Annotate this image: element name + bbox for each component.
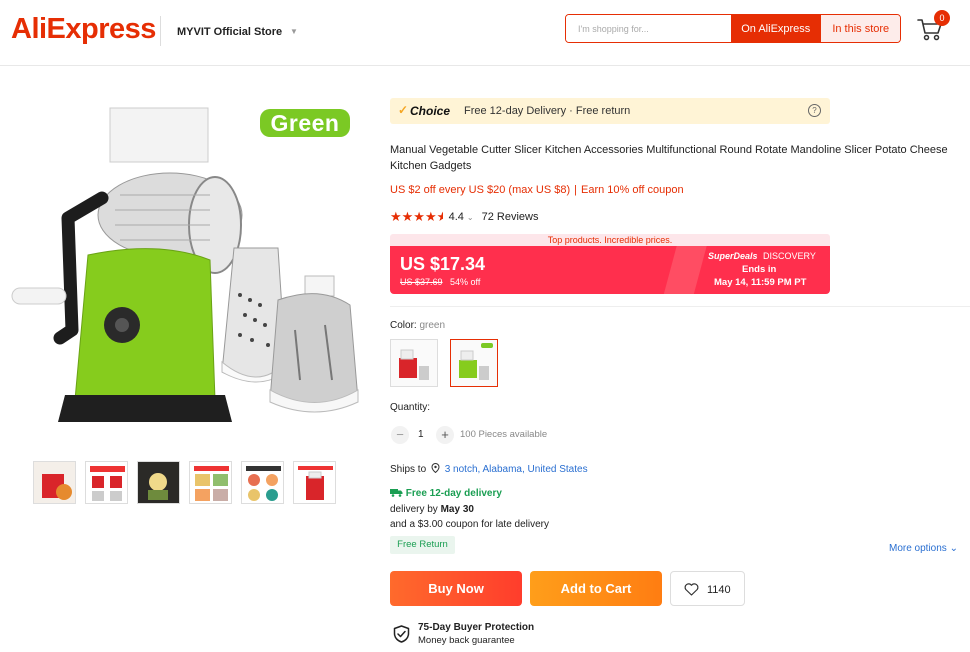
chevron-down-icon[interactable]: ▼: [290, 27, 298, 36]
more-options-label: More options: [889, 543, 947, 554]
price-divider-shape: [660, 246, 710, 294]
buyer-protection-title: 75-Day Buyer Protection: [418, 622, 535, 633]
chevron-down-icon[interactable]: ⌄: [467, 213, 474, 222]
ships-to-label: Ships to: [390, 464, 427, 475]
thumbnail[interactable]: [189, 461, 232, 504]
delivery-date: May 30: [440, 504, 474, 515]
delivery-date-row: delivery by May 30: [390, 504, 474, 515]
ships-to-row: Ships to 3 notch, Alabama, United States: [390, 462, 588, 475]
help-icon[interactable]: ?: [808, 104, 821, 117]
color-badge: Green: [260, 109, 350, 137]
thumbnail[interactable]: [33, 461, 76, 504]
thumbnail[interactable]: [137, 461, 180, 504]
deal-end-date: May 14, 11:59 PM PT: [714, 277, 807, 288]
location-pin-icon: [431, 462, 440, 474]
truck-icon: [390, 489, 403, 497]
star-rating-icon: ★★★★★: [390, 209, 443, 224]
header-divider: [160, 16, 161, 46]
site-header: AliExpress MYVIT Official Store ▼ On Ali…: [0, 0, 970, 66]
shipping-location-link[interactable]: 3 notch, Alabama, United States: [445, 464, 588, 475]
price-banner-text: Top products. Incredible prices.: [390, 234, 830, 246]
rating-value: 4.4: [448, 211, 464, 223]
color-swatch-red[interactable]: [390, 339, 438, 387]
superdeals-label: SuperDeals: [708, 251, 758, 261]
product-main-image[interactable]: [10, 100, 360, 440]
current-price: US $17.34: [400, 254, 486, 274]
search-in-store-button[interactable]: In this store: [820, 15, 900, 42]
thumbnail[interactable]: [293, 461, 336, 504]
search-on-aliexpress-button[interactable]: On AliExpress: [731, 15, 821, 42]
free-delivery-text: Free 12-day delivery: [405, 488, 502, 499]
product-title: Manual Vegetable Cutter Slicer Kitchen A…: [390, 144, 948, 172]
quantity-value[interactable]: 1: [418, 429, 424, 440]
coupon-separator: |: [574, 184, 578, 196]
chevron-down-icon: ⌄: [949, 543, 958, 554]
heart-icon: [684, 583, 699, 596]
late-delivery-coupon: and a $3.00 coupon for late delivery: [390, 519, 549, 530]
delivery-by-label: delivery by: [390, 504, 438, 515]
free-return-badge: Free Return: [390, 536, 455, 554]
cart-count-badge: 0: [934, 10, 950, 26]
coupon-text: US $2 off every US $20 (max US $8): [390, 184, 571, 196]
rating-row: ★★★★★ 4.4 ⌄ 72 Reviews: [390, 209, 538, 225]
thumbnail-strip: [33, 461, 336, 504]
quantity-increase-button[interactable]: +: [436, 426, 454, 444]
color-swatch-green[interactable]: [450, 339, 498, 387]
price-block: US $17.34 US $37.69 54% off SuperDeals D…: [390, 246, 830, 294]
search-input[interactable]: [566, 15, 732, 42]
color-label-text: Color:: [390, 320, 420, 331]
discount-percent: 54% off: [450, 277, 481, 287]
store-name-link[interactable]: MYVIT Official Store: [177, 26, 282, 38]
stock-available: 100 Pieces available: [460, 429, 548, 440]
choice-label: Choice: [410, 104, 451, 118]
ends-in-label: Ends in: [742, 264, 777, 275]
wishlist-button[interactable]: 1140: [670, 571, 745, 606]
discovery-label: DISCOVERY: [763, 251, 816, 261]
search-bar: On AliExpress In this store: [565, 14, 901, 43]
shield-icon: [393, 625, 410, 643]
original-price: US $37.69: [400, 277, 443, 287]
quantity-label: Quantity:: [390, 402, 431, 413]
thumbnail[interactable]: [241, 461, 284, 504]
buyer-protection-subtitle: Money back guarantee: [418, 635, 515, 646]
coupon-earn: Earn 10% off coupon: [581, 184, 684, 196]
choice-benefits: Free 12-day Delivery · Free return: [464, 105, 631, 117]
reviews-link[interactable]: 72 Reviews: [482, 211, 539, 223]
more-options-link[interactable]: More options ⌄: [889, 543, 958, 554]
choice-banner: ✓ Choice Free 12-day Delivery · Free ret…: [390, 98, 830, 124]
add-to-cart-button[interactable]: Add to Cart: [530, 571, 662, 606]
section-divider: [390, 306, 970, 307]
coupon-line[interactable]: US $2 off every US $20 (max US $8) | Earn …: [390, 184, 684, 196]
quantity-decrease-button[interactable]: −: [391, 426, 409, 444]
aliexpress-logo[interactable]: AliExpress: [11, 13, 156, 46]
thumbnail[interactable]: [85, 461, 128, 504]
selected-color: green: [419, 320, 446, 331]
wishlist-count: 1140: [707, 584, 731, 596]
checkmark-icon: ✓: [398, 103, 409, 117]
buy-now-button[interactable]: Buy Now: [390, 571, 522, 606]
color-label: Color: green: [390, 320, 445, 331]
free-delivery-row: Free 12-day delivery: [390, 488, 502, 499]
